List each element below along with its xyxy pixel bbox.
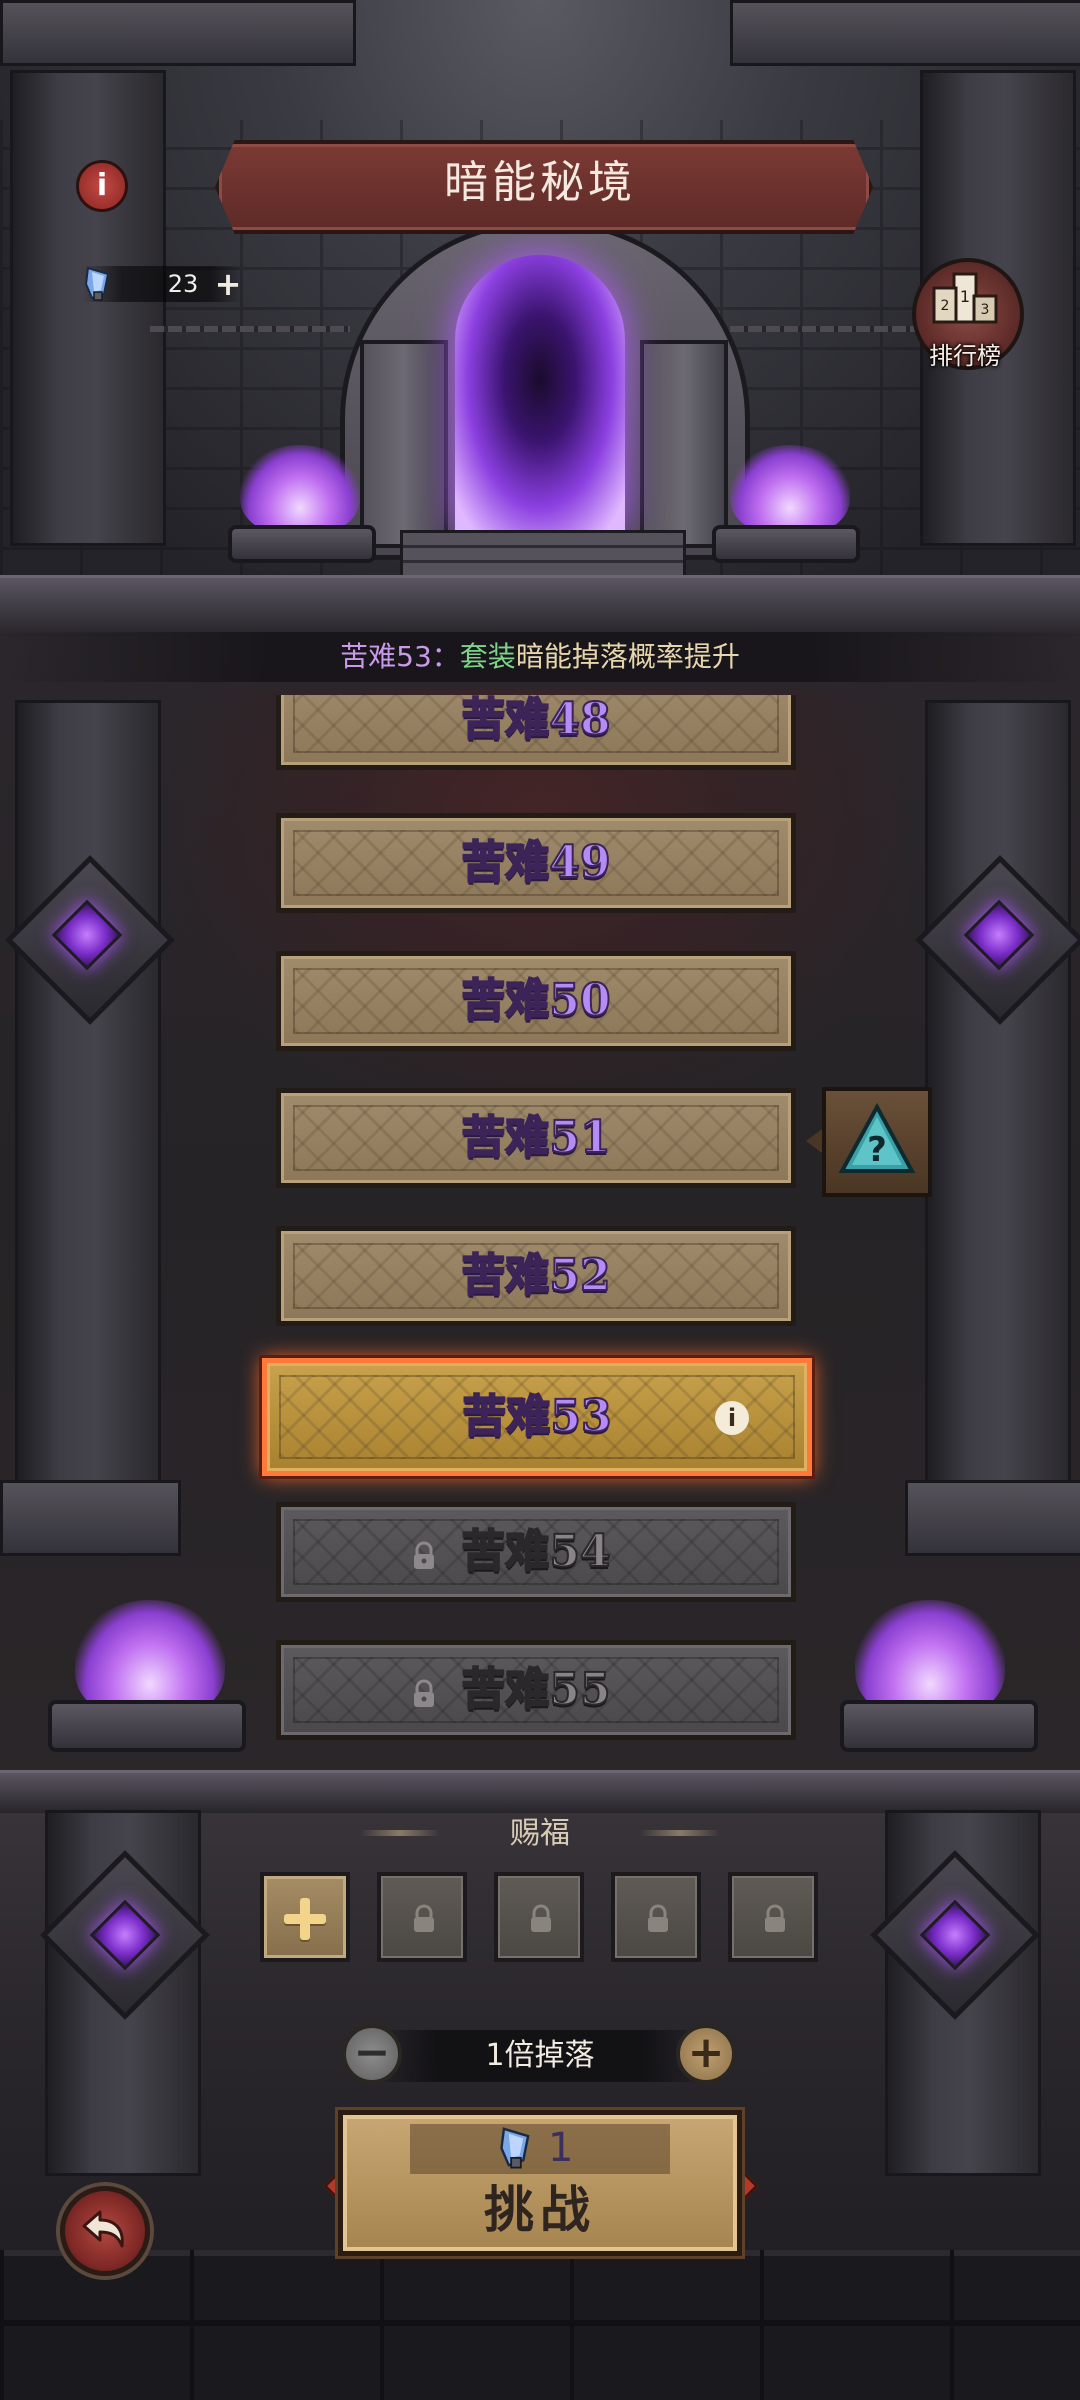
lock-icon [414,1904,434,1932]
right-portal-brazier [712,525,860,563]
right-chain [730,326,930,332]
challenge-label: 挑战 [484,2181,596,2239]
info-button[interactable]: i [76,160,128,212]
level-label: 苦难48 [460,695,611,746]
lock-icon [765,1904,785,1932]
level-label: 苦难49 [460,836,611,889]
dark-portal [455,255,625,530]
level-item[interactable]: 苦难52 [276,1226,796,1326]
blessing-slot-locked[interactable] [377,1872,467,1962]
left-top-pillar [10,70,166,546]
level-list[interactable]: 苦难48 苦难49 苦难50 苦难51 苦难52 苦难53 i 苦难54 苦难5… [0,695,1080,1775]
level-label: 苦难54 [460,1525,611,1578]
svg-text:?: ? [867,1130,887,1170]
right-top-capital [730,0,1080,66]
portal-left-pillar [360,340,448,548]
drop-multiplier-label: 1倍掉落 [485,2038,595,2073]
svg-text:3: 3 [981,302,990,318]
info-icon: i [96,168,108,203]
level-label: 苦难55 [460,1663,611,1716]
portal-steps [400,530,686,581]
floor-tiles [0,2250,1080,2400]
add-currency-button[interactable]: + [214,268,242,300]
level-item[interactable]: 苦难48 [276,695,796,770]
blessing-slot-locked[interactable] [611,1872,701,1962]
blessing-ornament-right [640,1830,720,1836]
challenge-cost: 1 [548,2125,574,2171]
level-label: 苦难51 [460,1111,611,1164]
increase-multiplier-button[interactable]: + [676,2024,736,2084]
level-info-icon[interactable]: i [715,1401,749,1435]
left-portal-brazier [228,525,376,563]
level-item[interactable]: 苦难49 [276,813,796,913]
tip-text: 暗能掉落概率提升 [515,640,740,673]
level-label: 苦难50 [460,974,611,1027]
left-portal-flame [240,445,360,535]
back-arrow-icon [82,2210,124,2248]
tip-highlight: 套装 [459,640,516,673]
portal-right-pillar [640,340,728,548]
blessing-slot-locked[interactable] [494,1872,584,1962]
lock-icon [531,1904,551,1932]
mystery-reward-button[interactable]: ? [822,1087,932,1197]
crystal-key-icon [500,2127,530,2169]
level-item[interactable]: 苦难51 [276,1088,796,1188]
svg-text:1: 1 [960,287,970,306]
podium-icon: 1 2 3 [932,272,998,324]
blessing-ornament-left [360,1830,440,1836]
level-item-locked[interactable]: 苦难55 [276,1640,796,1740]
ranking-label: 排行榜 [929,342,1001,370]
upper-ledge [0,575,1080,636]
decrease-multiplier-button[interactable]: − [342,2024,402,2084]
level-label: 苦难52 [460,1249,611,1302]
challenge-cost-bar [410,2124,670,2174]
drop-bonus-tip: 苦难53：套装暗能掉落概率提升 [0,632,1080,682]
right-portal-flame [730,445,850,535]
blessing-add-slot[interactable] [260,1872,350,1962]
tip-level: 苦难53： [340,640,460,673]
blessing-title: 赐福 [510,1816,570,1851]
level-item-selected[interactable]: 苦难53 i [262,1358,812,1476]
level-item[interactable]: 苦难50 [276,951,796,1051]
left-chain [150,326,350,332]
lock-icon [648,1904,668,1932]
question-triangle-icon: ? [838,1102,916,1173]
level-item-locked[interactable]: 苦难54 [276,1502,796,1602]
left-top-capital [0,0,356,66]
crystal-key-icon [84,266,110,301]
page-title: 暗能秘境 [444,157,636,208]
svg-text:2: 2 [941,298,950,314]
lower-ledge [0,1770,1080,1813]
currency-value: 23 [167,270,199,298]
blessing-slot-locked[interactable] [728,1872,818,1962]
